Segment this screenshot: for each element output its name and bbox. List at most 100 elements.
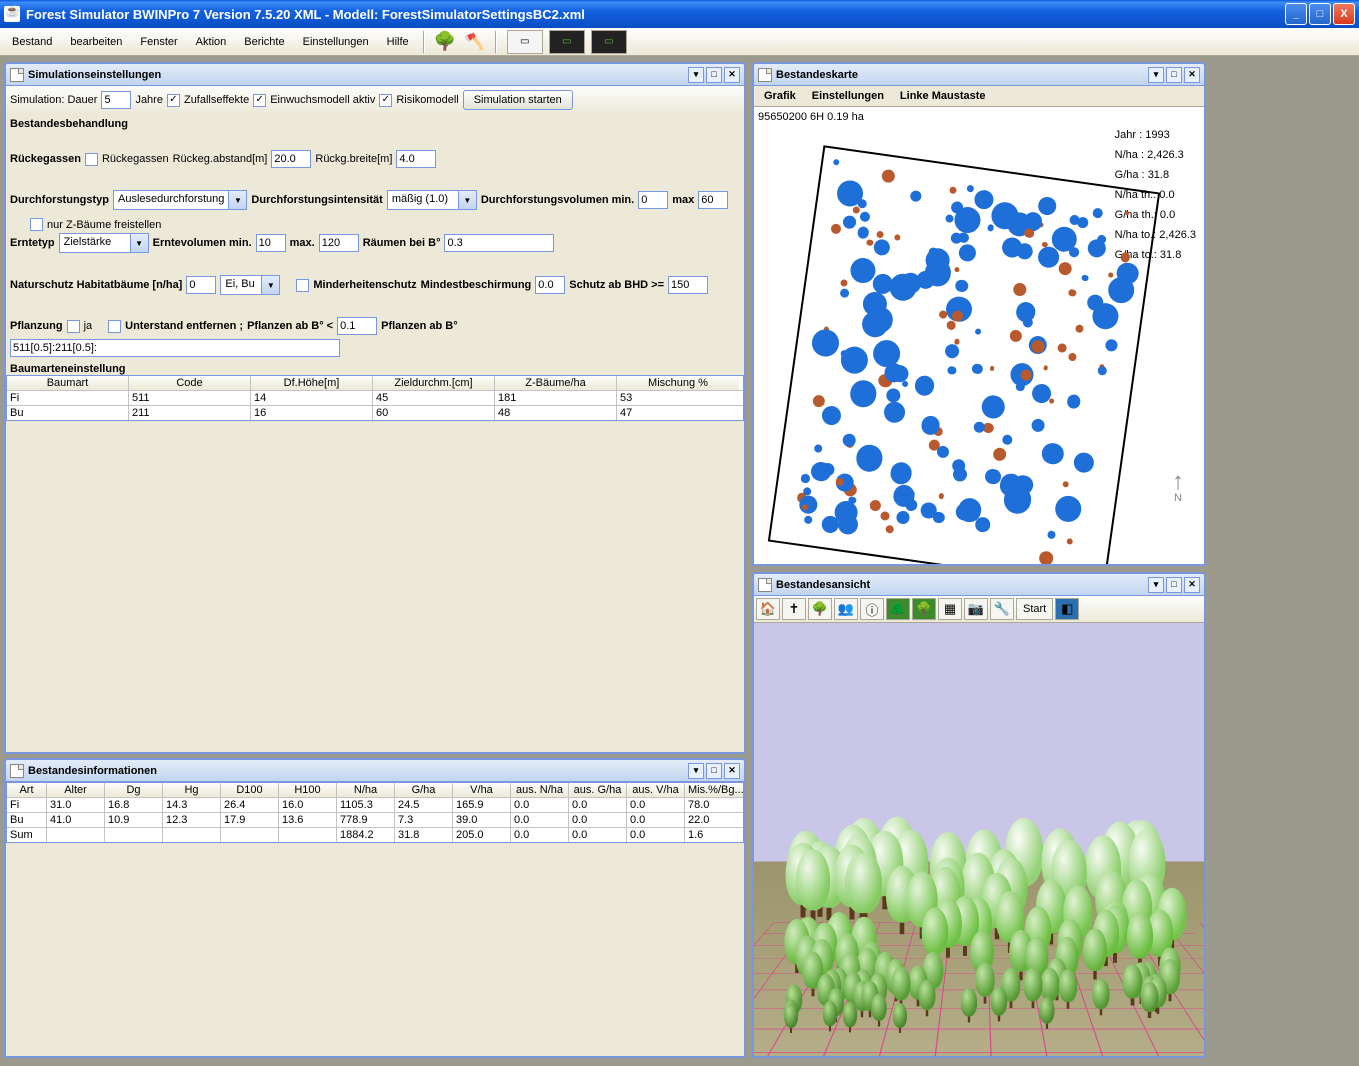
start-button[interactable]: Start xyxy=(1016,598,1053,620)
blue-icon[interactable]: ◧ xyxy=(1055,598,1079,620)
zufall-checkbox[interactable]: ✓ xyxy=(167,94,180,107)
grid-header[interactable]: Art xyxy=(7,783,47,797)
maximize-button[interactable]: □ xyxy=(1309,3,1331,25)
view-light-button[interactable]: ▭ xyxy=(507,30,543,54)
tree-icon[interactable]: 🌳 xyxy=(431,31,459,53)
map-menu-grafik[interactable]: Grafik xyxy=(760,88,800,104)
people-icon[interactable]: 👥 xyxy=(834,598,858,620)
green2-icon[interactable]: 🌳 xyxy=(912,598,936,620)
df-typ-combo[interactable]: Auslesedurchforstung▼ xyxy=(113,190,247,210)
panel-info-iconify[interactable]: ▾ xyxy=(688,763,704,779)
table-row[interactable]: Fi31.016.814.326.416.01105.324.5165.90.0… xyxy=(7,798,743,813)
naturschutz-input[interactable] xyxy=(186,276,216,294)
grid-header[interactable]: G/ha xyxy=(395,783,453,797)
menu-fenster[interactable]: Fenster xyxy=(132,32,185,52)
minderheit-checkbox[interactable] xyxy=(296,279,309,292)
panel-3dview-titlebar[interactable]: Bestandesansicht ▾ □ ✕ xyxy=(754,574,1204,596)
map-menu-maus[interactable]: Linke Maustaste xyxy=(896,88,990,104)
panel-map-titlebar[interactable]: Bestandeskarte ▾ □ ✕ xyxy=(754,64,1204,86)
mindest-input[interactable] xyxy=(535,276,565,294)
menu-berichte[interactable]: Berichte xyxy=(236,32,292,52)
rueck-breite-input[interactable] xyxy=(396,150,436,168)
menu-bearbeiten[interactable]: bearbeiten xyxy=(62,32,130,52)
panel-sim-close[interactable]: ✕ xyxy=(724,67,740,83)
view-dark1-button[interactable]: ▭ xyxy=(549,30,585,54)
df-vol-min-input[interactable] xyxy=(638,191,668,209)
table-row[interactable]: Sum1884.231.8205.00.00.00.01.6 xyxy=(7,828,743,842)
grid-header[interactable]: aus. V/ha xyxy=(627,783,685,797)
panel-map-iconify[interactable]: ▾ xyxy=(1148,67,1164,83)
grid-header[interactable]: Mis.%/Bg... xyxy=(685,783,743,797)
menu-aktion[interactable]: Aktion xyxy=(188,32,235,52)
grid-header[interactable]: Hg xyxy=(163,783,221,797)
grid-icon[interactable]: ▦ xyxy=(938,598,962,620)
panel-3dview-max[interactable]: □ xyxy=(1166,577,1182,593)
map-menu-einst[interactable]: Einstellungen xyxy=(808,88,888,104)
df-vol-max-input[interactable] xyxy=(698,191,728,209)
unterstand-checkbox[interactable] xyxy=(108,320,121,333)
nurz-checkbox[interactable] xyxy=(30,218,43,231)
panel-info-max[interactable]: □ xyxy=(706,763,722,779)
grid-header[interactable]: D100 xyxy=(221,783,279,797)
rueckegassen-checkbox[interactable] xyxy=(85,153,98,166)
rueck-abst-input[interactable] xyxy=(271,150,311,168)
wrench-icon[interactable]: 🔧 xyxy=(990,598,1014,620)
view-dark2-button[interactable]: ▭ xyxy=(591,30,627,54)
green1-icon[interactable]: 🌲 xyxy=(886,598,910,620)
axe-icon[interactable]: 🪓 xyxy=(461,31,489,53)
tree-icon[interactable]: 🌳 xyxy=(808,598,832,620)
table-row[interactable]: Bu41.010.912.317.913.6778.97.339.00.00.0… xyxy=(7,813,743,828)
grid-header[interactable]: H100 xyxy=(279,783,337,797)
camera-icon[interactable]: 📷 xyxy=(964,598,988,620)
menu-einstellungen[interactable]: Einstellungen xyxy=(295,32,377,52)
ja-checkbox[interactable] xyxy=(67,320,80,333)
table-row[interactable]: Bu21116604847 xyxy=(7,406,743,420)
pflanzen-ab-input[interactable] xyxy=(337,317,377,335)
menu-bestand[interactable]: Bestand xyxy=(4,32,60,52)
panel-sim-titlebar[interactable]: Simulationseinstellungen ▾ □ ✕ xyxy=(6,64,744,86)
panel-map-close[interactable]: ✕ xyxy=(1184,67,1200,83)
rueckegassen-label: Rückegassen xyxy=(10,153,81,165)
grid-header[interactable]: V/ha xyxy=(453,783,511,797)
table-row[interactable]: Fi511144518153 xyxy=(7,391,743,406)
menu-hilfe[interactable]: Hilfe xyxy=(379,32,417,52)
grid-header[interactable]: Code xyxy=(129,376,251,390)
erntetyp-combo[interactable]: Zielstärke▼ xyxy=(59,233,149,253)
grid-header[interactable]: Df.Höhe[m] xyxy=(251,376,373,390)
info-icon[interactable]: ⓘ xyxy=(860,598,884,620)
grid-header[interactable]: Z-Bäume/ha xyxy=(495,376,617,390)
cross-icon[interactable]: ✝ xyxy=(782,598,806,620)
erntevol-min-input[interactable] xyxy=(256,234,286,252)
grid-header[interactable]: Dg xyxy=(105,783,163,797)
panel-3dview-close[interactable]: ✕ xyxy=(1184,577,1200,593)
df-int-combo[interactable]: mäßig (1.0)▼ xyxy=(387,190,477,210)
grid-header[interactable]: Zieldurchm.[cm] xyxy=(373,376,495,390)
close-button[interactable]: X xyxy=(1333,3,1355,25)
grid-header[interactable]: Baumart xyxy=(7,376,129,390)
panel-3dview-iconify[interactable]: ▾ xyxy=(1148,577,1164,593)
df-typ-label: Durchforstungstyp xyxy=(10,194,109,206)
panel-info-close[interactable]: ✕ xyxy=(724,763,740,779)
grid-header[interactable]: Alter xyxy=(47,783,105,797)
map-canvas[interactable]: 95650200 6H 0.19 ha Jahr : 1993 N/ha : 2… xyxy=(754,107,1204,564)
home-icon[interactable]: 🏠 xyxy=(756,598,780,620)
einwuchs-checkbox[interactable]: ✓ xyxy=(253,94,266,107)
minimize-button[interactable]: _ xyxy=(1285,3,1307,25)
grid-header[interactable]: N/ha xyxy=(337,783,395,797)
start-simulation-button[interactable]: Simulation starten xyxy=(463,90,573,110)
eibu-combo[interactable]: Ei, Bu▼ xyxy=(220,275,280,295)
grid-header[interactable]: aus. G/ha xyxy=(569,783,627,797)
erntevol-max-input[interactable] xyxy=(319,234,359,252)
panel-sim-max[interactable]: □ xyxy=(706,67,722,83)
risiko-checkbox[interactable]: ✓ xyxy=(379,94,392,107)
panel-sim-iconify[interactable]: ▾ xyxy=(688,67,704,83)
dauer-input[interactable] xyxy=(101,91,131,109)
pflanzcode-input[interactable] xyxy=(10,339,340,357)
panel-info-titlebar[interactable]: Bestandesinformationen ▾ □ ✕ xyxy=(6,760,744,782)
view3d-canvas[interactable] xyxy=(754,623,1204,1056)
grid-header[interactable]: aus. N/ha xyxy=(511,783,569,797)
panel-map-max[interactable]: □ xyxy=(1166,67,1182,83)
grid-header[interactable]: Mischung % xyxy=(617,376,739,390)
schutz-input[interactable] xyxy=(668,276,708,294)
raeumen-input[interactable] xyxy=(444,234,554,252)
